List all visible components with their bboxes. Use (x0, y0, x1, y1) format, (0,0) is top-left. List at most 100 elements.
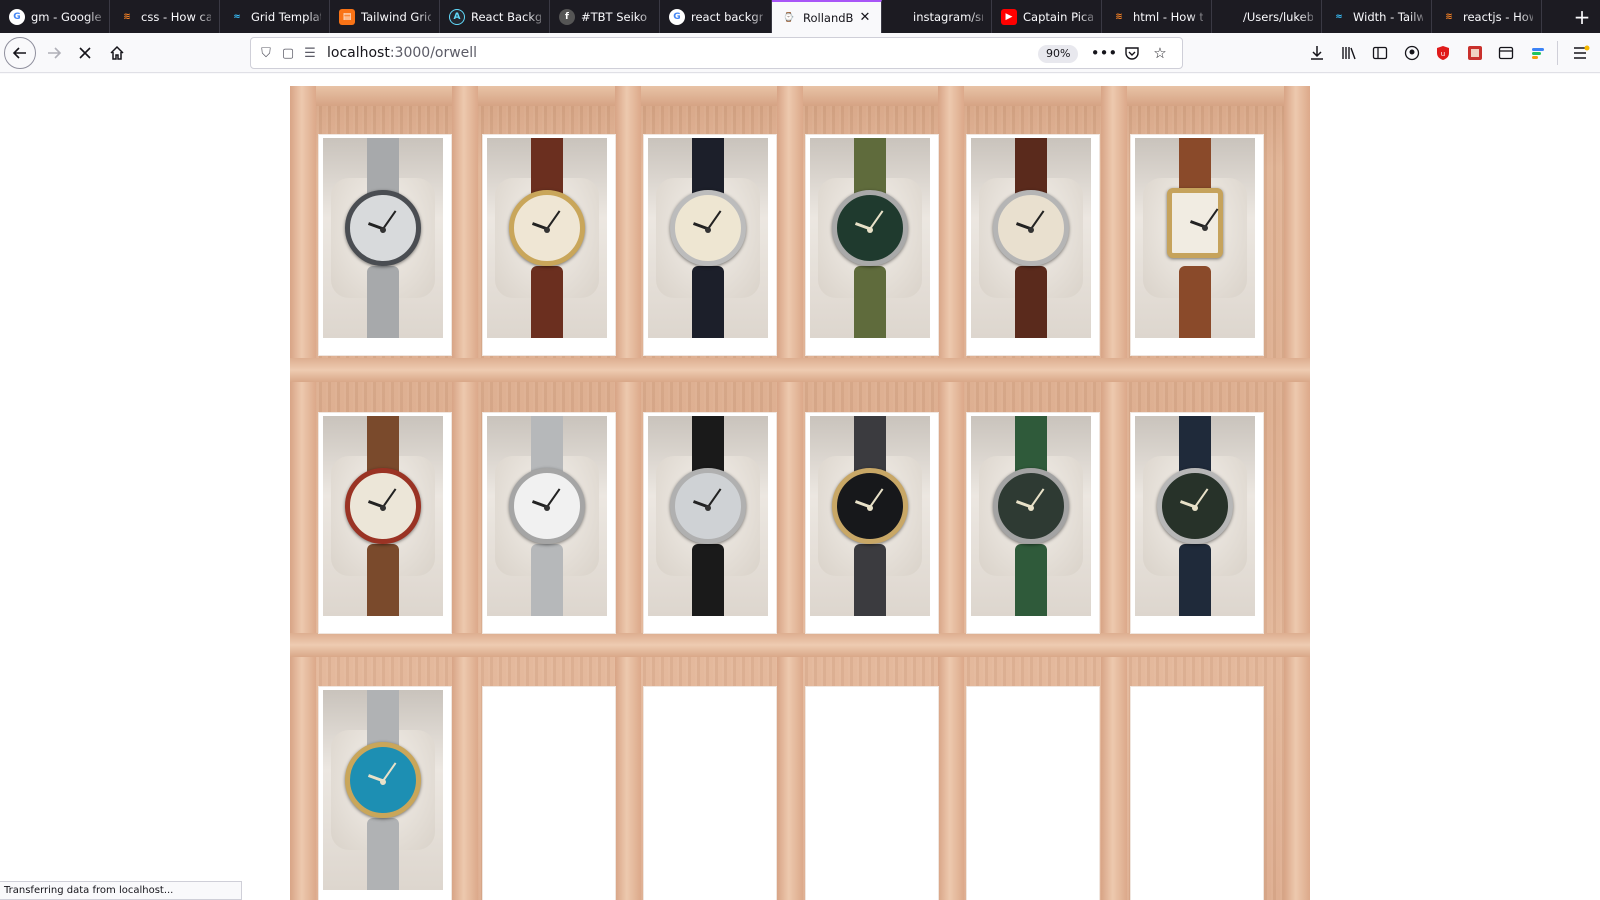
watch-icon: ⌚ (783, 12, 795, 23)
watch-photo[interactable] (648, 416, 768, 616)
github-icon (891, 9, 907, 25)
url-host: localhost (327, 45, 390, 61)
permissions-icon[interactable]: ☰ (299, 46, 321, 61)
bookmark-star-icon[interactable]: ☆ (1146, 38, 1174, 68)
watch-card[interactable] (966, 412, 1100, 634)
color-extension-icon[interactable] (1526, 41, 1550, 65)
tab[interactable]: instagram/sr (882, 0, 992, 33)
close-tab-icon[interactable]: ✕ (857, 10, 873, 25)
watch-strap (692, 266, 724, 338)
window-icon[interactable] (1494, 41, 1518, 65)
watch-photo[interactable] (323, 138, 443, 338)
react-icon: A (449, 8, 465, 25)
watch-photo[interactable] (810, 416, 930, 616)
watch-hand (380, 227, 386, 233)
tab-title: Grid Templat (251, 9, 321, 24)
watch-card[interactable] (482, 412, 616, 634)
watch-card[interactable] (805, 412, 939, 634)
watch-card[interactable] (643, 134, 777, 356)
close-icon (79, 47, 91, 59)
tab[interactable]: ≋ reactjs - How (1432, 0, 1542, 33)
watch-strap (854, 266, 886, 338)
case-divider-vertical (290, 86, 316, 900)
tab[interactable]: ≋ css - How ca (110, 0, 220, 33)
watch-card[interactable] (482, 134, 616, 356)
watch-card[interactable] (318, 134, 452, 356)
watch-photo[interactable] (648, 138, 768, 338)
watch-card[interactable] (318, 686, 452, 900)
tab-title: reactjs - How (1463, 9, 1533, 24)
tab[interactable]: Greact backgr (660, 0, 772, 33)
empty-slot (966, 686, 1100, 900)
watch-card[interactable] (643, 412, 777, 634)
page-icon[interactable]: ▢ (277, 46, 299, 61)
watch-photo[interactable] (971, 416, 1091, 616)
watch-dial (509, 190, 585, 266)
watch-photo[interactable] (323, 416, 443, 616)
tab[interactable]: ≈ Width - Tailw (1322, 0, 1432, 33)
tab[interactable]: ⌚ RollandBo ✕ (772, 0, 882, 33)
watch-dial (832, 190, 908, 266)
watch-photo[interactable] (810, 138, 930, 338)
ublock-icon[interactable]: u (1431, 41, 1455, 65)
new-tab-button[interactable]: + (1564, 0, 1600, 33)
url-bar[interactable]: ⛉ ▢ ☰ localhost:3000/orwell 90% ••• ☆ (250, 37, 1183, 69)
watch-card[interactable] (1130, 134, 1264, 356)
watch-photo[interactable] (487, 416, 607, 616)
watch-hand (1192, 505, 1198, 511)
tab[interactable]: f #TBT Seiko 6 (550, 0, 660, 33)
home-button[interactable] (101, 37, 133, 69)
watch-hand (544, 505, 550, 511)
sidebar-icon[interactable] (1368, 41, 1392, 65)
watch-strap (367, 818, 399, 890)
watch-photo[interactable] (487, 138, 607, 338)
stackoverflow-icon: ≋ (1115, 11, 1123, 22)
file-icon (1221, 9, 1237, 25)
pocket-icon[interactable] (1118, 38, 1146, 68)
watch-hand (867, 227, 873, 233)
watch-hand (380, 505, 386, 511)
watch-photo[interactable] (323, 690, 443, 890)
tab-title: /Users/lukeboat/D (1243, 9, 1313, 24)
watch-photo[interactable] (1135, 138, 1255, 338)
tab[interactable]: ≋ html - How to (1102, 0, 1212, 33)
watch-dial (1157, 468, 1233, 544)
library-icon[interactable] (1337, 41, 1361, 65)
url-path: :3000/orwell (389, 45, 478, 61)
navigation-toolbar: ⛉ ▢ ☰ localhost:3000/orwell 90% ••• ☆ u (0, 33, 1600, 73)
empty-slot (482, 686, 616, 900)
case-divider-vertical (777, 86, 803, 900)
watch-hand (705, 227, 711, 233)
tab[interactable]: Ggm - Google (0, 0, 110, 33)
tab[interactable]: /Users/lukeboat/D (1212, 0, 1322, 33)
tab[interactable]: A React Backgr (440, 0, 550, 33)
watch-card[interactable] (1130, 412, 1264, 634)
shield-icon[interactable]: ⛉ (255, 46, 277, 61)
zoom-indicator[interactable]: 90% (1038, 45, 1079, 63)
url-text[interactable]: localhost:3000/orwell (327, 45, 477, 61)
account-icon[interactable] (1400, 41, 1424, 65)
svg-text:u: u (1441, 50, 1445, 58)
watch-hand (1202, 225, 1208, 231)
watch-hand (544, 227, 550, 233)
youtube-icon: ▶ (1001, 8, 1017, 25)
stop-button[interactable] (69, 37, 101, 69)
tab-title: gm - Google (31, 9, 101, 24)
watch-strap (367, 266, 399, 338)
watch-photo[interactable] (971, 138, 1091, 338)
downloads-icon[interactable] (1305, 41, 1329, 65)
back-button[interactable] (4, 37, 36, 69)
watch-card[interactable] (318, 412, 452, 634)
watch-card[interactable] (805, 134, 939, 356)
menu-icon[interactable] (1569, 41, 1593, 65)
tab[interactable]: ▶ Captain Picar (992, 0, 1102, 33)
watch-strap (854, 544, 886, 616)
page-actions-icon[interactable]: ••• (1090, 38, 1118, 68)
tab[interactable]: ≈ Grid Templat (220, 0, 330, 33)
forward-button[interactable] (38, 37, 70, 69)
extension-icon[interactable] (1463, 41, 1487, 65)
watch-card[interactable] (966, 134, 1100, 356)
google-icon: G (669, 8, 685, 25)
tab[interactable]: ▤ Tailwind Grid (330, 0, 440, 33)
watch-photo[interactable] (1135, 416, 1255, 616)
